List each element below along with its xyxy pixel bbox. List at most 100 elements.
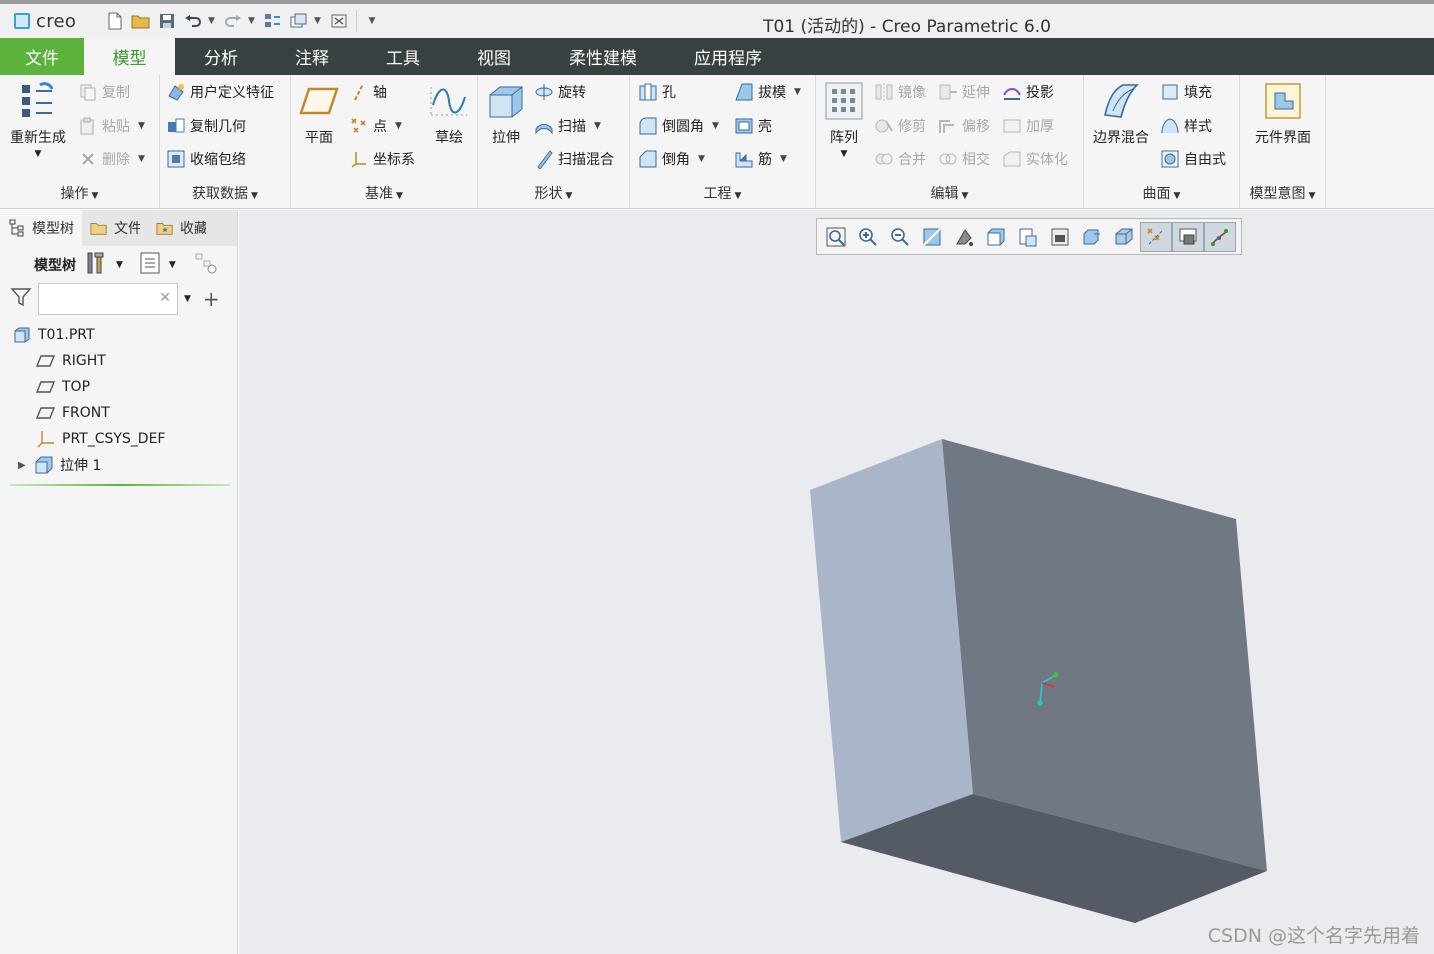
thicken-button[interactable]: 加厚 — [1002, 113, 1054, 139]
clear-search-icon[interactable]: ✕ — [159, 290, 171, 306]
tree-settings-icon[interactable] — [84, 251, 108, 279]
group-editing-label[interactable]: 编辑 ▼ — [816, 183, 1083, 203]
tab-annotate[interactable]: 注释 — [267, 38, 357, 75]
tree-node-part[interactable]: T01.PRT — [0, 322, 238, 348]
trim-button[interactable]: 修剪 — [874, 113, 926, 139]
chamfer-button[interactable]: 倒角 ▼ — [638, 146, 705, 172]
csys-button[interactable]: 坐标系 — [349, 146, 415, 172]
intersect-button[interactable]: 相交 — [938, 146, 990, 172]
extrude-button[interactable]: 拉伸 — [484, 81, 528, 147]
new-file-icon[interactable] — [104, 10, 126, 32]
tree-node-top[interactable]: TOP — [0, 374, 238, 400]
paste-dropdown-icon[interactable]: ▼ — [138, 121, 145, 131]
round-dropdown-icon[interactable]: ▼ — [712, 121, 719, 131]
tab-flexible-modeling[interactable]: 柔性建模 — [539, 38, 667, 75]
offset-button[interactable]: 偏移 — [938, 113, 990, 139]
axis-button[interactable]: 轴 — [349, 79, 387, 105]
extend-button[interactable]: 延伸 — [938, 79, 990, 105]
tree-settings-dropdown-icon[interactable]: ▼ — [116, 260, 123, 270]
group-shapes-label[interactable]: 形状 ▼ — [478, 183, 629, 203]
tab-folder-browser[interactable]: 文件 — [82, 210, 148, 246]
pattern-dropdown-icon[interactable]: ▼ — [841, 149, 848, 159]
insert-indicator[interactable] — [10, 484, 230, 486]
paste-button[interactable]: 粘贴 ▼ — [78, 113, 145, 139]
tab-model[interactable]: 模型 — [84, 38, 175, 75]
filter-icon[interactable] — [10, 287, 32, 311]
windows-icon[interactable] — [288, 10, 310, 32]
boundary-blend-button[interactable]: 边界混合 — [1088, 81, 1154, 147]
show-columns-dropdown-icon[interactable]: ▼ — [169, 260, 176, 270]
delete-dropdown-icon[interactable]: ▼ — [138, 154, 145, 164]
tree-node-right[interactable]: RIGHT — [0, 348, 238, 374]
rib-dropdown-icon[interactable]: ▼ — [780, 154, 787, 164]
sweep-dropdown-icon[interactable]: ▼ — [594, 121, 601, 131]
point-button[interactable]: 点 ▼ — [349, 113, 402, 139]
chamfer-dropdown-icon[interactable]: ▼ — [698, 154, 705, 164]
solidify-button[interactable]: 实体化 — [1002, 146, 1068, 172]
undo-icon[interactable] — [182, 10, 204, 32]
shell-button[interactable]: 壳 — [734, 113, 772, 139]
round-button[interactable]: 倒圆角 ▼ — [638, 113, 719, 139]
pattern-button[interactable]: 阵列 ▼ — [822, 81, 866, 159]
regenerate-button[interactable]: 重新生成 ▼ — [6, 81, 70, 159]
tab-tools[interactable]: 工具 — [357, 38, 449, 75]
shrinkwrap-button[interactable]: 收缩包络 — [166, 146, 246, 172]
draft-dropdown-icon[interactable]: ▼ — [794, 87, 801, 97]
merge-button[interactable]: 合并 — [874, 146, 926, 172]
redo-icon[interactable] — [222, 10, 244, 32]
redo-dropdown-icon[interactable]: ▼ — [248, 16, 258, 26]
graphics-window[interactable]: CSDN @这个名字先用着 — [239, 210, 1434, 954]
udf-button[interactable]: 用户定义特征 — [166, 79, 274, 105]
tab-analysis[interactable]: 分析 — [175, 38, 267, 75]
rib-button[interactable]: 筋 ▼ — [734, 146, 787, 172]
point-dropdown-icon[interactable]: ▼ — [395, 121, 402, 131]
fill-button[interactable]: 填充 — [1160, 79, 1212, 105]
open-folder-icon[interactable] — [130, 10, 152, 32]
plane-button[interactable]: 平面 — [297, 81, 341, 147]
customize-qat-icon[interactable]: ▼ — [363, 16, 381, 26]
component-interface-button[interactable]: 元件界面 — [1246, 81, 1320, 147]
delete-button[interactable]: 删除 ▼ — [78, 146, 145, 172]
draft-button[interactable]: 拔模 ▼ — [734, 79, 801, 105]
tree-node-front[interactable]: FRONT — [0, 400, 238, 426]
revolve-button[interactable]: 旋转 — [534, 79, 586, 105]
project-button[interactable]: 投影 — [1002, 79, 1054, 105]
style-button[interactable]: 样式 — [1160, 113, 1212, 139]
search-input[interactable] — [39, 284, 159, 314]
group-operations-label[interactable]: 操作 ▼ — [0, 183, 159, 203]
tab-favorites[interactable]: 收藏 — [148, 210, 214, 246]
group-engineering-label[interactable]: 工程 ▼ — [630, 183, 815, 203]
sketch-button[interactable]: 草绘 — [427, 81, 471, 147]
group-surfaces-label[interactable]: 曲面 ▼ — [1084, 183, 1239, 203]
mirror-button[interactable]: 镜像 — [874, 79, 926, 105]
tab-model-tree[interactable]: 模型树 — [0, 210, 82, 246]
save-icon[interactable] — [156, 10, 178, 32]
expand-arrow-icon[interactable]: ▶ — [18, 460, 34, 471]
hole-button[interactable]: 孔 — [638, 79, 676, 105]
tree-node-label: FRONT — [62, 405, 110, 421]
model-viewport[interactable] — [239, 210, 1434, 954]
component-interface-label: 元件界面 — [1255, 130, 1311, 146]
windows-dropdown-icon[interactable]: ▼ — [314, 16, 324, 26]
tab-view[interactable]: 视图 — [449, 38, 539, 75]
group-datum-label[interactable]: 基准 ▼ — [291, 183, 477, 203]
tree-node-csys[interactable]: PRT_CSYS_DEF — [0, 426, 238, 452]
regenerate-small-icon[interactable] — [262, 10, 284, 32]
group-model-intent-label[interactable]: 模型意图 ▼ — [1240, 183, 1325, 203]
close-window-icon[interactable] — [328, 10, 350, 32]
show-columns-icon[interactable] — [139, 251, 161, 279]
tab-applications[interactable]: 应用程序 — [667, 38, 789, 75]
tab-file[interactable]: 文件 — [0, 38, 84, 75]
copy-geometry-button[interactable]: 复制几何 — [166, 113, 246, 139]
search-dropdown-icon[interactable]: ▼ — [184, 294, 191, 304]
undo-dropdown-icon[interactable]: ▼ — [208, 16, 218, 26]
freestyle-button[interactable]: 自由式 — [1160, 146, 1226, 172]
copy-button[interactable]: 复制 — [78, 79, 130, 105]
add-icon[interactable]: + — [203, 287, 220, 311]
group-get-data-label[interactable]: 获取数据 ▼ — [160, 183, 290, 203]
swept-blend-button[interactable]: 扫描混合 — [534, 146, 614, 172]
sweep-button[interactable]: 扫描 ▼ — [534, 113, 601, 139]
tree-node-extrude[interactable]: ▶ 拉伸 1 — [0, 452, 238, 478]
tree-filter-settings-icon[interactable] — [194, 251, 218, 279]
regenerate-dropdown-icon[interactable]: ▼ — [35, 149, 42, 159]
